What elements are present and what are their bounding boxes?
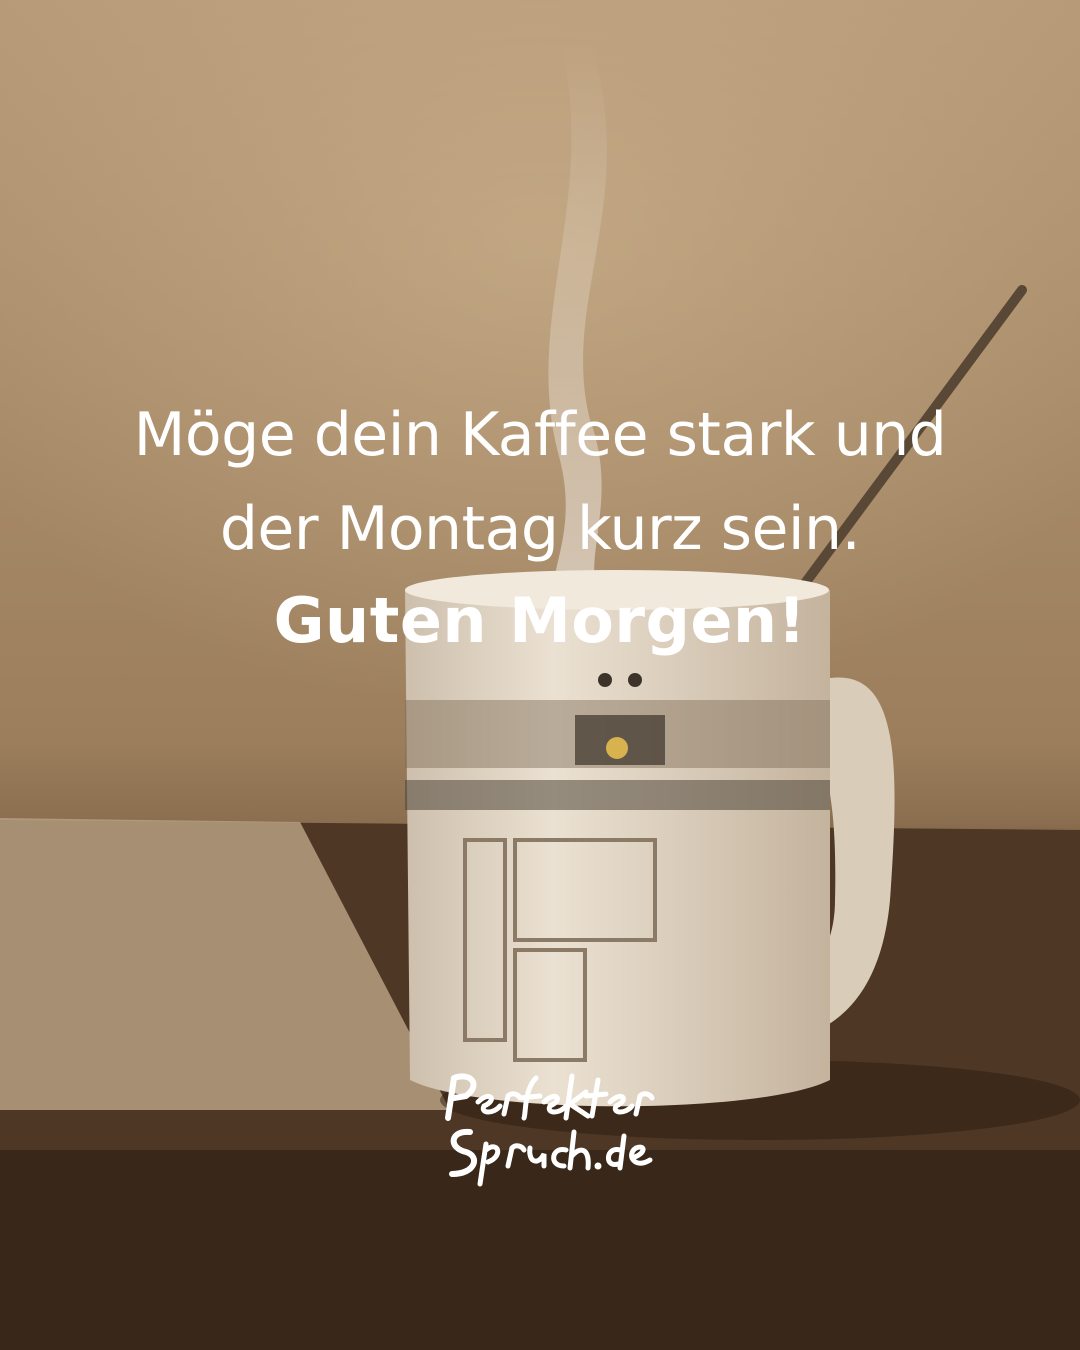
perfekter-spruch-logo [445,1073,655,1187]
background-photo: Möge dein Kaffee stark und der Montag ku… [0,0,1080,1350]
quote-line-1: Möge dein Kaffee stark und [133,400,947,470]
greeting-headline: Guten Morgen! [273,584,807,657]
quote-line-2: der Montag kurz sein. [219,494,861,564]
quote-block: Möge dein Kaffee stark und der Montag ku… [40,388,1040,666]
